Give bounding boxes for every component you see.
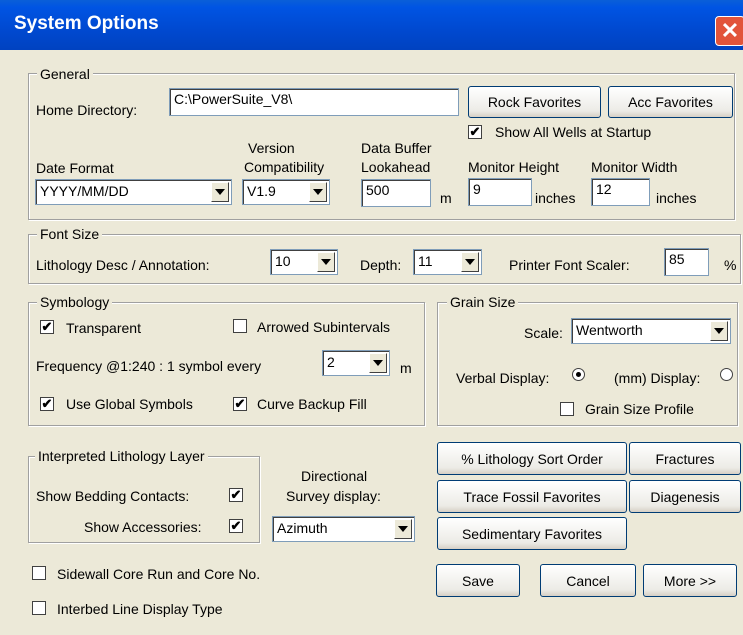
date-format-label: Date Format	[36, 160, 114, 176]
monitor-width-label: Monitor Width	[591, 159, 678, 175]
depth-font-select[interactable]: 11	[413, 249, 482, 275]
sedimentary-favorites-button[interactable]: Sedimentary Favorites	[437, 517, 627, 550]
buffer-input[interactable]: 500	[361, 179, 431, 207]
verbal-display-label: Verbal Display:	[456, 370, 550, 386]
scale-label: Scale:	[524, 325, 563, 341]
font-size-legend: Font Size	[37, 226, 103, 242]
diagenesis-button[interactable]: Diagenesis	[629, 480, 741, 513]
litho-font-select[interactable]: 10	[270, 249, 338, 275]
arrowed-subintervals-label: Arrowed Subintervals	[257, 319, 391, 335]
acc-favorites-button[interactable]: Acc Favorites	[608, 86, 733, 118]
date-format-value: YYYY/MM/DD	[40, 183, 129, 199]
printer-scaler-unit: %	[724, 257, 737, 273]
chevron-down-icon[interactable]	[369, 353, 387, 373]
survey-select[interactable]: Azimuth	[272, 516, 415, 542]
mm-display-label: (mm) Display:	[614, 370, 701, 386]
verbal-display-radio[interactable]	[572, 368, 585, 381]
transparent-label: Transparent	[66, 320, 141, 336]
home-directory-input[interactable]: C:\PowerSuite_V8\	[169, 88, 459, 116]
bedding-contacts-checkbox[interactable]: ✔	[229, 488, 243, 502]
arrowed-subintervals-checkbox[interactable]	[233, 319, 247, 333]
depth-font-label: Depth:	[360, 257, 402, 273]
survey-value: Azimuth	[277, 520, 328, 536]
mm-display-radio[interactable]	[720, 368, 733, 381]
litho-font-label: Lithology Desc / Annotation:	[36, 257, 210, 273]
depth-font-value: 11	[418, 253, 433, 269]
interbed-line-checkbox[interactable]	[32, 601, 46, 615]
accessories-checkbox[interactable]: ✔	[229, 519, 243, 533]
global-symbols-label: Use Global Symbols	[66, 396, 193, 412]
monitor-height-label: Monitor Height	[468, 159, 560, 175]
buffer-label-1: Data Buffer	[361, 140, 432, 156]
monitor-width-input[interactable]: 12	[591, 178, 650, 206]
show-all-wells-checkbox[interactable]: ✔	[468, 125, 482, 139]
show-all-wells-label: Show All Wells at Startup	[495, 124, 652, 140]
scale-select[interactable]: Wentworth	[571, 318, 731, 344]
frequency-label: Frequency @1:240 : 1 symbol every	[36, 358, 262, 374]
survey-label-1: Directional	[301, 468, 368, 484]
scale-value: Wentworth	[576, 322, 643, 338]
transparent-checkbox[interactable]: ✔	[40, 320, 54, 334]
chevron-down-icon[interactable]	[211, 182, 229, 202]
buffer-label-2: Lookahead	[361, 159, 431, 175]
grain-size-legend: Grain Size	[447, 294, 519, 310]
interbed-line-label: Interbed Line Display Type	[57, 601, 223, 617]
chevron-down-icon[interactable]	[317, 252, 335, 272]
printer-scaler-label: Printer Font Scaler:	[509, 257, 630, 273]
bedding-contacts-label: Show Bedding Contacts:	[36, 488, 190, 504]
system-options-window: System Options ✕ General Home Directory:…	[0, 0, 743, 635]
home-directory-label: Home Directory:	[36, 102, 138, 118]
monitor-width-unit: inches	[656, 190, 697, 206]
general-legend: General	[37, 66, 93, 82]
buffer-unit: m	[440, 190, 452, 206]
window-title: System Options	[14, 13, 159, 34]
cancel-button[interactable]: Cancel	[540, 564, 636, 597]
symbology-legend: Symbology	[37, 294, 113, 310]
date-format-select[interactable]: YYYY/MM/DD	[35, 179, 232, 205]
grain-size-profile-label: Grain Size Profile	[585, 401, 694, 417]
close-icon: ✕	[720, 18, 740, 43]
version-select[interactable]: V1.9	[242, 179, 330, 205]
save-button[interactable]: Save	[436, 564, 520, 597]
frequency-select[interactable]: 2	[322, 350, 390, 376]
interpreted-litho-legend: Interpreted Lithology Layer	[35, 448, 208, 464]
title-bar[interactable]: System Options ✕	[0, 0, 743, 50]
more-button[interactable]: More >>	[643, 564, 737, 597]
curve-backup-checkbox[interactable]: ✔	[233, 397, 247, 411]
version-value: V1.9	[247, 183, 276, 199]
accessories-label: Show Accessories:	[84, 519, 202, 535]
global-symbols-checkbox[interactable]: ✔	[40, 397, 54, 411]
sidewall-core-checkbox[interactable]	[32, 566, 46, 580]
version-label-2: Compatibility	[244, 159, 325, 175]
chevron-down-icon[interactable]	[394, 519, 412, 539]
monitor-height-input[interactable]: 9	[468, 178, 532, 206]
printer-scaler-input[interactable]: 85	[664, 248, 709, 276]
curve-backup-label: Curve Backup Fill	[257, 396, 367, 412]
chevron-down-icon[interactable]	[710, 321, 728, 341]
rock-favorites-button[interactable]: Rock Favorites	[468, 86, 601, 118]
litho-sort-order-button[interactable]: % Lithology Sort Order	[437, 442, 627, 475]
close-button[interactable]: ✕	[715, 16, 743, 46]
survey-label-2: Survey display:	[286, 488, 381, 504]
trace-fossil-favorites-button[interactable]: Trace Fossil Favorites	[437, 480, 627, 513]
frequency-value: 2	[327, 354, 335, 370]
chevron-down-icon[interactable]	[461, 252, 479, 272]
frequency-unit: m	[400, 360, 412, 376]
monitor-height-unit: inches	[535, 190, 576, 206]
version-label-1: Version	[248, 140, 295, 156]
chevron-down-icon[interactable]	[309, 182, 327, 202]
litho-font-value: 10	[275, 253, 291, 269]
fractures-button[interactable]: Fractures	[629, 442, 741, 475]
sidewall-core-label: Sidewall Core Run and Core No.	[57, 566, 261, 582]
grain-size-profile-checkbox[interactable]	[560, 402, 574, 416]
